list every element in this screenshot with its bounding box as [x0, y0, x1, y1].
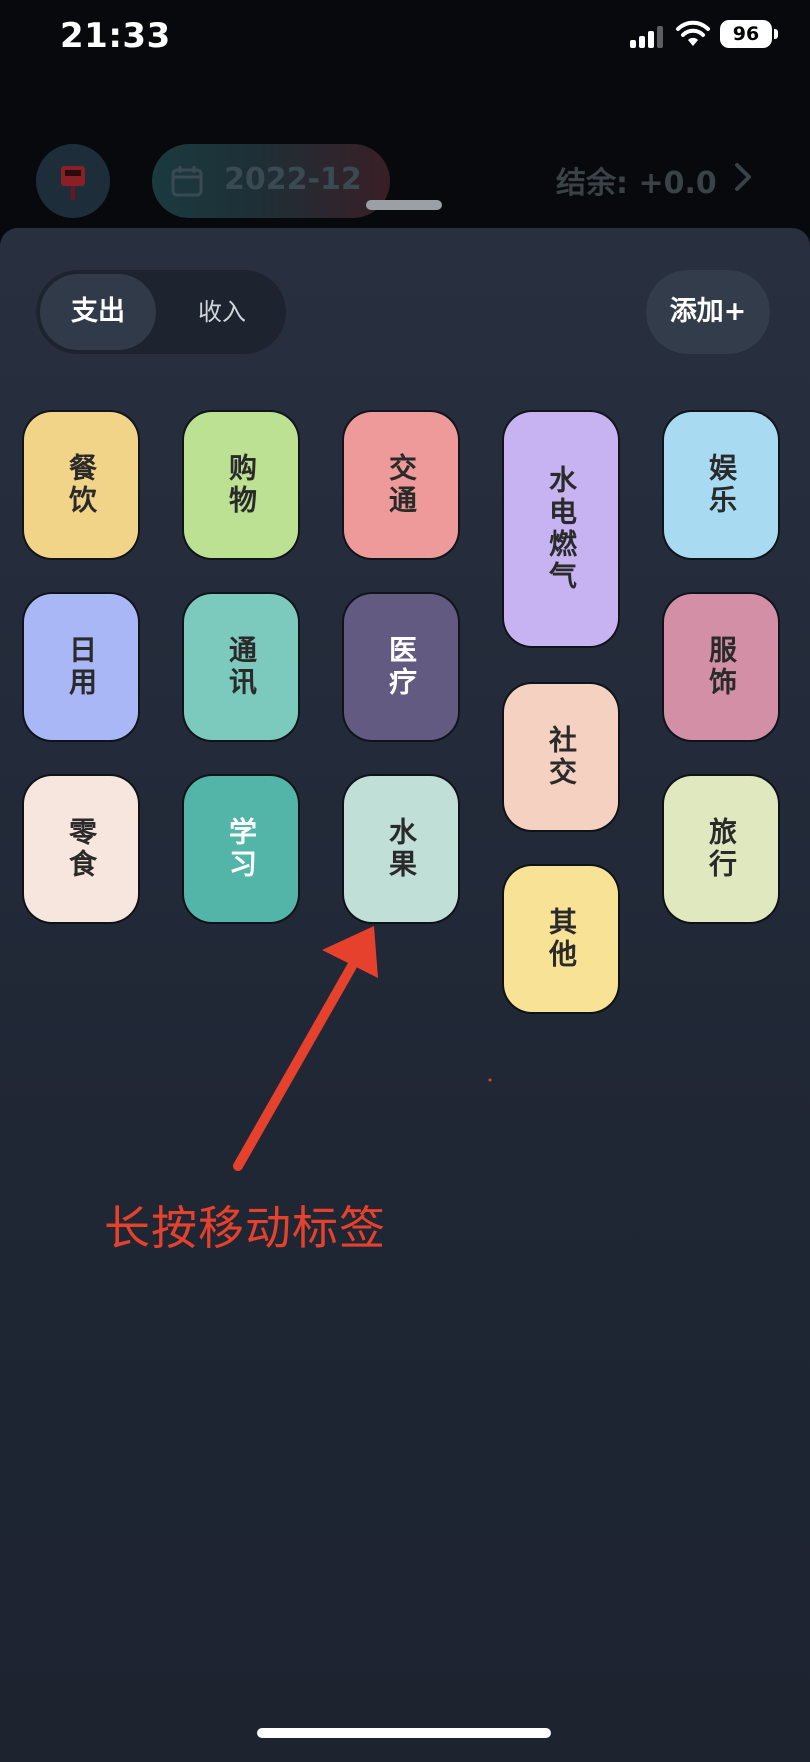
tag-label: 购物: [225, 453, 258, 517]
status-bar: 21:33 96: [0, 0, 810, 80]
header-bar: 2022-12 结余: +0.0: [0, 130, 810, 230]
status-time: 21:33: [60, 16, 171, 56]
calendar-icon: [171, 166, 203, 197]
tag-label: 日用: [65, 635, 98, 699]
sheet-grab-handle[interactable]: [366, 200, 442, 210]
add-tag-button[interactable]: 添加+: [646, 270, 770, 354]
tag-label: 交通: [385, 453, 418, 517]
date-label: 2022-12: [224, 162, 362, 197]
tag-item[interactable]: 娱乐: [664, 412, 778, 558]
tag-item[interactable]: 医疗: [344, 594, 458, 740]
tag-item[interactable]: 日用: [24, 594, 138, 740]
tab-income[interactable]: 收入: [164, 274, 280, 350]
chevron-right-icon[interactable]: [728, 160, 758, 194]
tag-label: 餐饮: [65, 453, 98, 517]
tag-sheet: 支出 收入 添加+ 餐饮 购物 交通 水电燃气 娱乐日用 通讯 医疗 服饰社交零食 学习 水果 旅行…: [0, 228, 810, 1762]
battery-tip: [774, 29, 778, 39]
tag-label: 娱乐: [705, 453, 738, 517]
tag-label: 医疗: [385, 635, 418, 699]
tag-label: 其他: [545, 907, 578, 971]
tag-label: 零食: [65, 817, 98, 881]
tag-item[interactable]: 水电燃气: [504, 412, 618, 646]
tag-label: 旅行: [705, 817, 738, 881]
tag-item[interactable]: 通讯: [184, 594, 298, 740]
type-segmented-control: 支出 收入: [36, 270, 286, 354]
tab-expense[interactable]: 支出: [40, 274, 156, 350]
tag-label: 水电燃气: [545, 465, 578, 593]
tag-item[interactable]: 零食: [24, 776, 138, 922]
tag-label: 学习: [225, 817, 258, 881]
tag-label: 通讯: [225, 635, 258, 699]
wifi-icon: [676, 20, 710, 46]
tag-item[interactable]: 餐饮: [24, 412, 138, 558]
tag-label: 社交: [545, 725, 578, 789]
home-indicator: [257, 1728, 551, 1738]
date-picker[interactable]: 2022-12: [152, 144, 390, 218]
tag-item[interactable]: 其他: [504, 866, 618, 1012]
mailbox-icon[interactable]: [36, 144, 110, 218]
cellular-signal-icon: [630, 26, 663, 48]
battery-icon: 96: [720, 20, 772, 48]
tag-item[interactable]: 社交: [504, 684, 618, 830]
tag-item[interactable]: 水果: [344, 776, 458, 922]
tag-item[interactable]: 旅行: [664, 776, 778, 922]
tag-item[interactable]: 交通: [344, 412, 458, 558]
tag-item[interactable]: 购物: [184, 412, 298, 558]
tag-item[interactable]: 学习: [184, 776, 298, 922]
tag-label: 水果: [385, 817, 418, 881]
tag-item[interactable]: 服饰: [664, 594, 778, 740]
annotation-text: 长按移动标签: [104, 1201, 386, 1255]
balance-label: 结余: +0.0: [556, 166, 717, 201]
tag-label: 服饰: [705, 635, 738, 699]
